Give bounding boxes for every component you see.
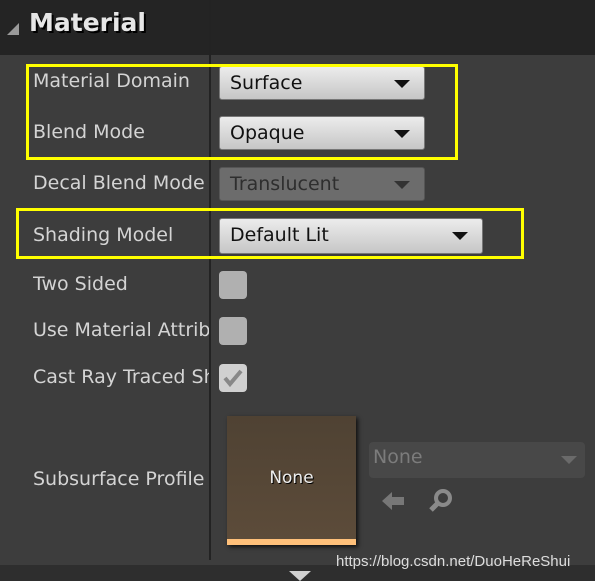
cast-ray-traced-shadows-label: Cast Ray Traced Shadows (33, 366, 209, 388)
dropdown-value: Translucent (230, 173, 340, 195)
use-selected-arrow-icon[interactable] (380, 490, 406, 512)
decal-blend-mode-dropdown: Translucent (219, 167, 425, 201)
highlight-box (26, 64, 458, 160)
asset-thumbnail[interactable]: None (227, 416, 356, 545)
cast-ray-traced-shadows-checkbox[interactable] (219, 364, 247, 392)
watermark: https://blog.csdn.net/DuoHeReShui (336, 553, 571, 570)
two-sided-label: Two Sided (33, 273, 128, 295)
asset-type-bar (227, 539, 356, 545)
chevron-down-icon (561, 456, 577, 464)
collapse-triangle-icon[interactable] (7, 23, 19, 35)
use-material-attributes-label: Use Material Attributes (33, 319, 209, 341)
checkmark-icon (223, 369, 243, 388)
section-title: Material (29, 8, 146, 37)
browse-search-icon[interactable] (428, 488, 454, 514)
highlight-box (16, 208, 524, 259)
chevron-down-icon (394, 181, 410, 189)
thumbnail-label: None (269, 468, 314, 488)
subsurface-profile-label: Subsurface Profile (33, 468, 205, 490)
decal-blend-mode-label: Decal Blend Mode (33, 172, 205, 194)
dropdown-value: None (373, 446, 423, 468)
section-header[interactable]: Material (0, 0, 595, 55)
use-material-attributes-checkbox[interactable] (219, 317, 247, 345)
expand-down-icon[interactable] (289, 571, 311, 581)
asset-picker-dropdown[interactable]: None (369, 442, 585, 478)
two-sided-checkbox[interactable] (219, 271, 247, 299)
